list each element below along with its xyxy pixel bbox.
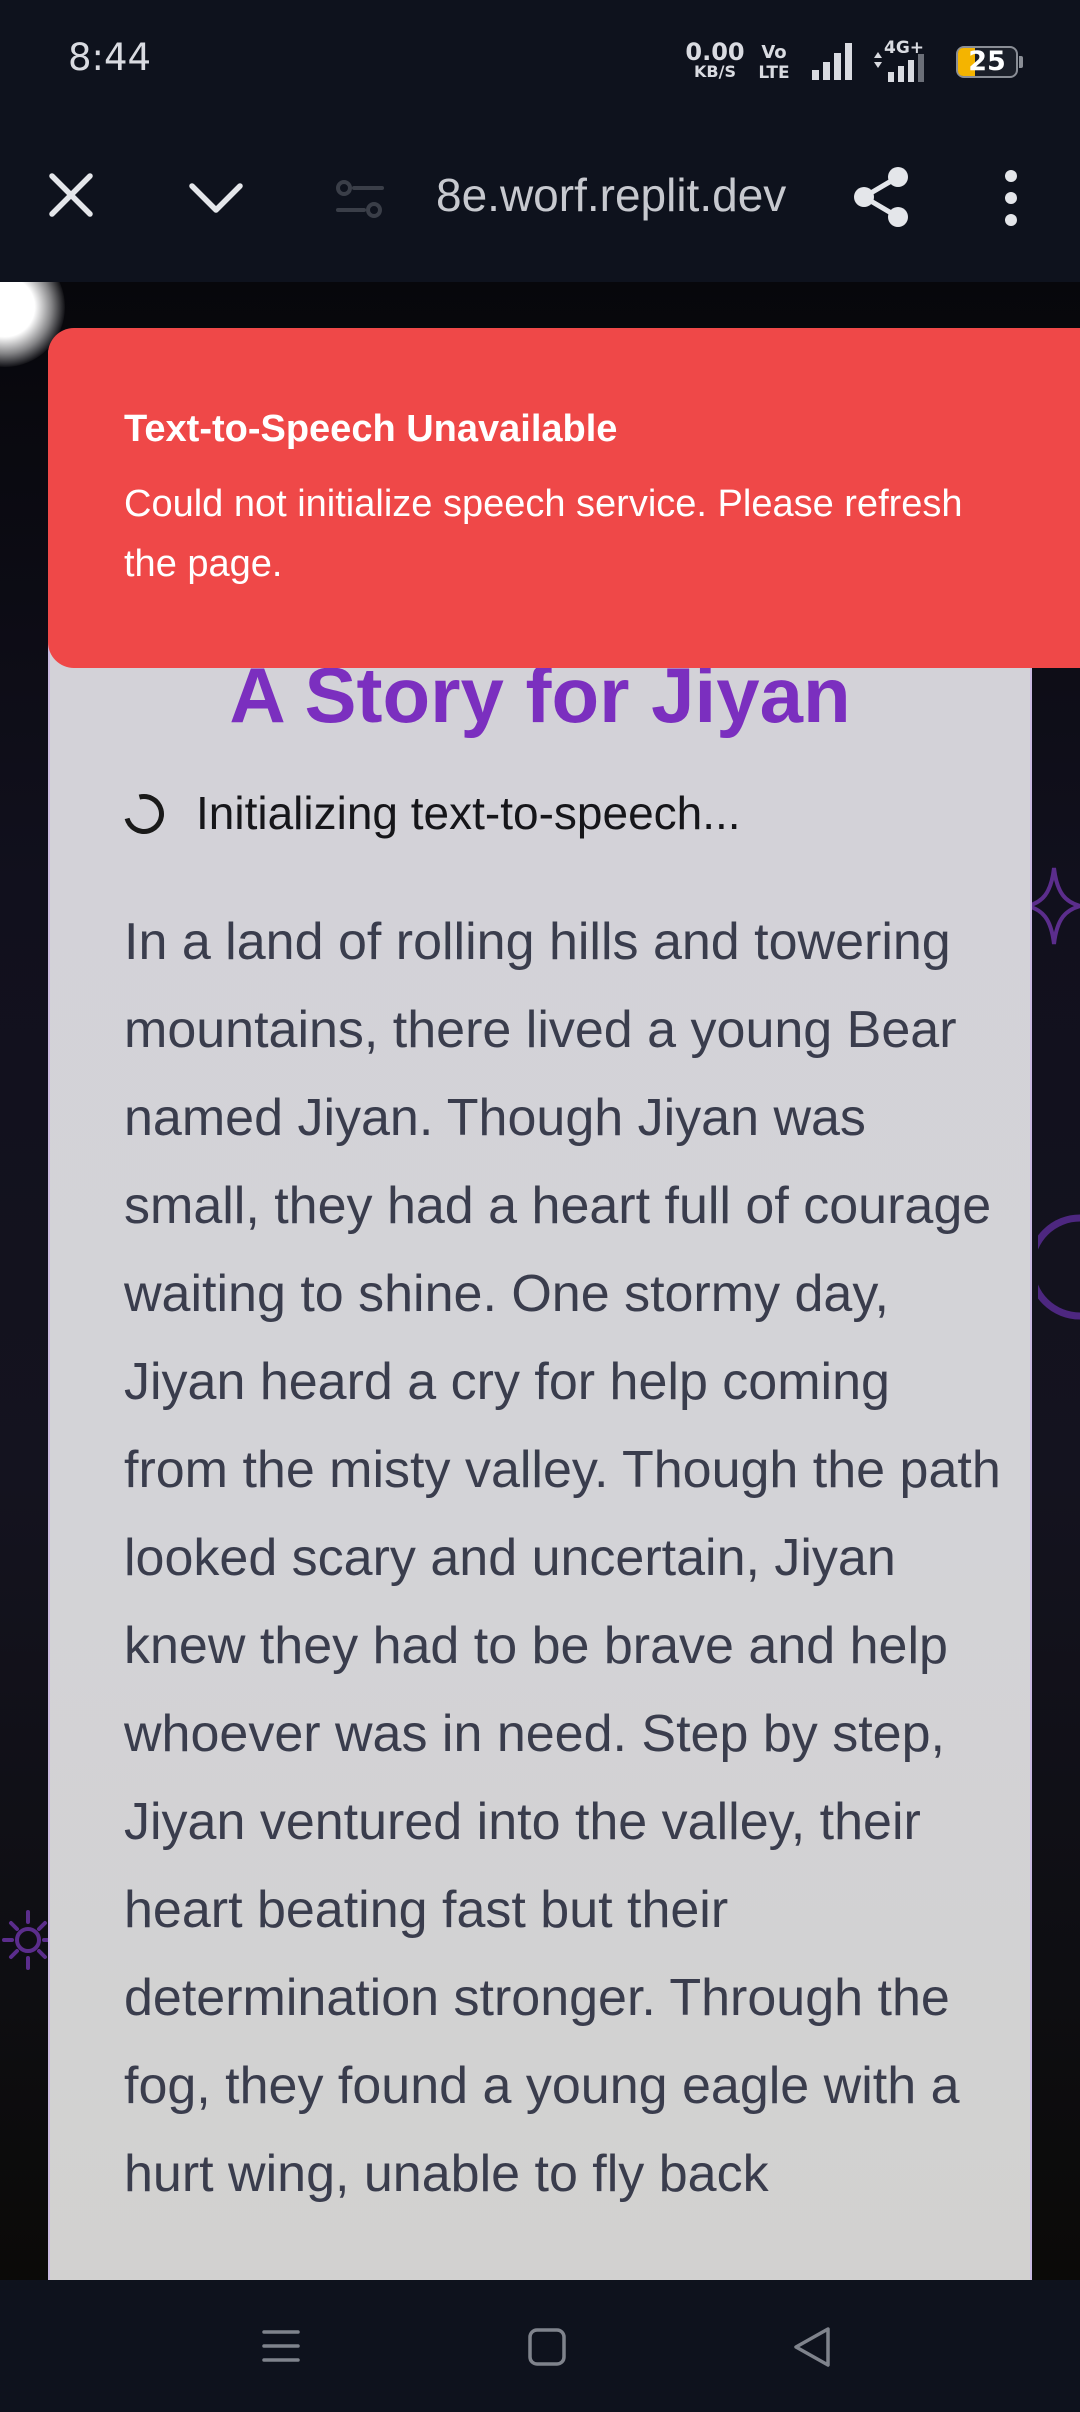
volte-label: Vo: [761, 42, 787, 63]
signal-icon: [812, 43, 852, 80]
close-icon[interactable]: [46, 170, 96, 220]
error-toast[interactable]: Text-to-Speech Unavailable Could not ini…: [48, 328, 1080, 668]
share-icon[interactable]: [850, 164, 914, 230]
network-speed-unit: KB/S: [694, 62, 736, 81]
network-speed-value: 0.00: [685, 38, 745, 66]
network-speed: 0.00 KB/S: [680, 40, 750, 80]
sun-icon: [2, 1910, 50, 1970]
volte-indicator: Vo LTE: [746, 42, 802, 82]
sparkle-icon: [1026, 867, 1080, 945]
home-icon[interactable]: [528, 2328, 566, 2366]
url-field[interactable]: 8e.worf.replit.dev: [436, 168, 811, 222]
chevron-down-icon[interactable]: [186, 180, 246, 216]
lte-label: LTE: [758, 63, 790, 83]
battery-nub: [1019, 56, 1023, 68]
system-nav-bar: [0, 2280, 1080, 2412]
battery-icon: 25: [956, 46, 1023, 78]
story-body: In a land of rolling hills and towering …: [124, 913, 1001, 2203]
signal-icon-sim2: [874, 52, 924, 82]
back-icon[interactable]: [792, 2326, 832, 2368]
status-bar: 8:44 0.00 KB/S Vo LTE 4G+ 25: [0, 0, 1080, 124]
more-vert-icon[interactable]: [996, 168, 1026, 228]
toast-title: Text-to-Speech Unavailable: [124, 408, 618, 450]
toast-message: Could not initialize speech service. Ple…: [124, 483, 963, 585]
spinner-icon: [116, 786, 172, 842]
status-time: 8:44: [68, 36, 152, 79]
menu-icon[interactable]: [262, 2328, 300, 2364]
browser-toolbar: 8e.worf.replit.dev: [0, 124, 1080, 282]
moon-icon: [1038, 1214, 1080, 1320]
battery-level: 25: [968, 46, 1006, 77]
tts-loading-text: Initializing text-to-speech...: [196, 787, 741, 839]
page-settings-icon[interactable]: [334, 178, 386, 222]
